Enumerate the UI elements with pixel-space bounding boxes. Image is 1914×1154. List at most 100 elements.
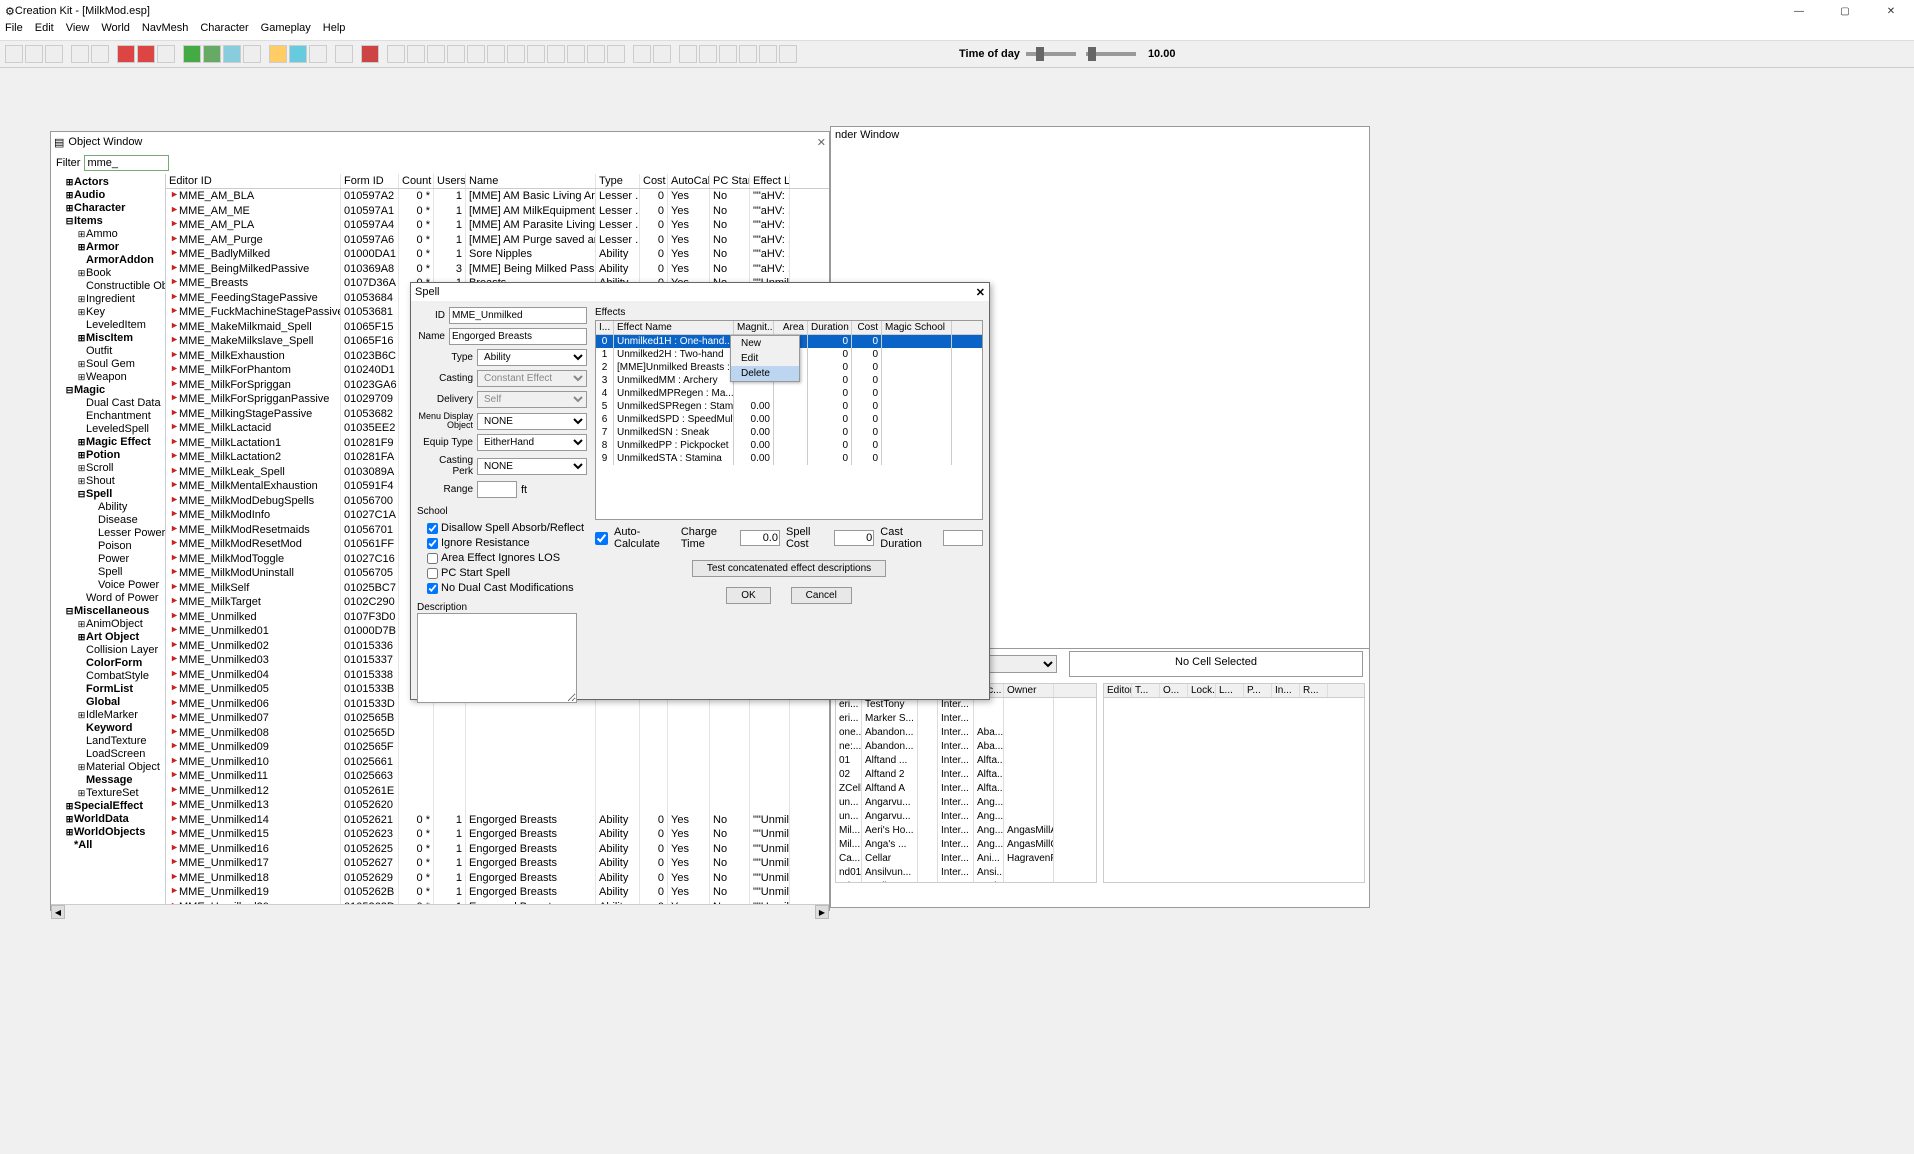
cell-row[interactable]: Mil...Anga's ...Inter...Ang...AngasMillC… bbox=[836, 838, 1096, 852]
list-row[interactable]: MME_Unmilked200105262D0 *1Engorged Breas… bbox=[166, 900, 829, 905]
tool-btn[interactable] bbox=[91, 45, 109, 63]
cell-row[interactable]: un...Angarvu...Inter...Ang... bbox=[836, 796, 1096, 810]
tree-item[interactable]: ⊞SpecialEffect bbox=[53, 800, 163, 813]
cell-col[interactable]: Owner bbox=[1004, 684, 1054, 697]
tree-item[interactable]: LandTexture bbox=[53, 735, 163, 748]
list-row[interactable]: MME_Unmilked080102565D bbox=[166, 726, 829, 741]
tree-item[interactable]: ⊞Armor bbox=[53, 241, 163, 254]
effects-col[interactable]: Effect Name bbox=[614, 321, 734, 334]
effect-row[interactable]: 7UnmilkedSN : Sneak0.0000 bbox=[596, 426, 982, 439]
tool-btn[interactable] bbox=[739, 45, 757, 63]
list-row[interactable]: MME_Unmilked1101025663 bbox=[166, 769, 829, 784]
list-row[interactable]: MME_Unmilked070102565B bbox=[166, 711, 829, 726]
time-slider-fine[interactable] bbox=[1086, 52, 1136, 56]
tree-item[interactable]: ⊞Shout bbox=[53, 475, 163, 488]
tool-btn[interactable] bbox=[653, 45, 671, 63]
cell-row[interactable]: eri...Marker S...Inter... bbox=[836, 712, 1096, 726]
tool-btn[interactable] bbox=[607, 45, 625, 63]
ref-col[interactable]: P... bbox=[1244, 684, 1272, 697]
tool-btn[interactable] bbox=[633, 45, 651, 63]
cast-duration-input[interactable] bbox=[943, 530, 983, 546]
tool-btn[interactable] bbox=[361, 45, 379, 63]
tree-item[interactable]: CombatStyle bbox=[53, 670, 163, 683]
effect-row[interactable]: 5UnmilkedSPRegen : Stam...0.0000 bbox=[596, 400, 982, 413]
tree-item[interactable]: Collision Layer bbox=[53, 644, 163, 657]
chk-disallow-absorb[interactable] bbox=[427, 523, 438, 534]
spell-description[interactable] bbox=[417, 613, 577, 703]
menu-navmesh[interactable]: NavMesh bbox=[142, 22, 188, 40]
effects-col[interactable]: I... bbox=[596, 321, 614, 334]
ref-col[interactable]: R... bbox=[1300, 684, 1328, 697]
list-row[interactable]: MME_Unmilked190105262B0 *1Engorged Breas… bbox=[166, 885, 829, 900]
cell-row[interactable]: 01Alftand ...Inter...Alfta... bbox=[836, 754, 1096, 768]
effect-row[interactable]: 9UnmilkedSTA : Stamina0.0000 bbox=[596, 452, 982, 465]
spell-id-input[interactable] bbox=[449, 307, 587, 324]
charge-time-input[interactable] bbox=[740, 530, 780, 546]
tree-item[interactable]: Spell bbox=[53, 566, 163, 579]
spell-name-input[interactable] bbox=[449, 328, 587, 345]
ctx-new[interactable]: New bbox=[731, 336, 799, 351]
column-header[interactable]: Form ID bbox=[341, 174, 399, 188]
ref-col[interactable]: L... bbox=[1216, 684, 1244, 697]
tree-item[interactable]: LeveledItem bbox=[53, 319, 163, 332]
tool-btn[interactable] bbox=[137, 45, 155, 63]
tree-item[interactable]: Ability bbox=[53, 501, 163, 514]
list-row[interactable]: MME_Unmilked1001025661 bbox=[166, 755, 829, 770]
spell-close-icon[interactable]: ✕ bbox=[976, 286, 985, 299]
menu-view[interactable]: View bbox=[66, 22, 90, 40]
cell-row[interactable]: nd01Ansilvun...Inter...Ansi... bbox=[836, 866, 1096, 880]
column-header[interactable]: Cost bbox=[640, 174, 668, 188]
tree-item[interactable]: ⊞Weapon bbox=[53, 371, 163, 384]
chk-ignore-resist[interactable] bbox=[427, 538, 438, 549]
tool-btn[interactable] bbox=[5, 45, 23, 63]
list-row[interactable]: MME_AM_BLA010597A20 *1[MME] AM Basic Liv… bbox=[166, 189, 829, 204]
tree-item[interactable]: Word of Power bbox=[53, 592, 163, 605]
tool-btn[interactable] bbox=[203, 45, 221, 63]
tool-btn[interactable] bbox=[759, 45, 777, 63]
tree-item[interactable]: Power bbox=[53, 553, 163, 566]
chk-pc-start[interactable] bbox=[427, 568, 438, 579]
menu-help[interactable]: Help bbox=[323, 22, 346, 40]
tree-item[interactable]: ⊞WorldObjects bbox=[53, 826, 163, 839]
ref-col[interactable]: Editor ID bbox=[1104, 684, 1132, 697]
column-header[interactable]: Name bbox=[466, 174, 596, 188]
list-row[interactable]: MME_BeingMilkedPassive010369A80 *3[MME] … bbox=[166, 262, 829, 277]
maximize-button[interactable]: ▢ bbox=[1822, 0, 1868, 22]
tree-item[interactable]: ⊟Miscellaneous bbox=[53, 605, 163, 618]
cell-row[interactable]: nd02Ansilvun...Inter...Ansi... bbox=[836, 880, 1096, 883]
ref-col[interactable]: T... bbox=[1132, 684, 1160, 697]
tree-item[interactable]: ⊞Ammo bbox=[53, 228, 163, 241]
list-row[interactable]: MME_Unmilked15010526230 *1Engorged Breas… bbox=[166, 827, 829, 842]
tree-item[interactable]: ⊞Actors bbox=[53, 176, 163, 189]
tree-item[interactable]: ArmorAddon bbox=[53, 254, 163, 267]
tree-item[interactable]: ⊞Ingredient bbox=[53, 293, 163, 306]
tool-btn[interactable] bbox=[427, 45, 445, 63]
ref-col[interactable]: In... bbox=[1272, 684, 1300, 697]
column-header[interactable]: Count bbox=[399, 174, 434, 188]
tool-btn[interactable] bbox=[407, 45, 425, 63]
tree-item[interactable]: Global bbox=[53, 696, 163, 709]
cancel-button[interactable]: Cancel bbox=[791, 587, 852, 604]
tool-btn[interactable] bbox=[243, 45, 261, 63]
tree-item[interactable]: ⊞Potion bbox=[53, 449, 163, 462]
tree-item[interactable]: ⊞MiscItem bbox=[53, 332, 163, 345]
tree-item[interactable]: LoadScreen bbox=[53, 748, 163, 761]
ctx-edit[interactable]: Edit bbox=[731, 351, 799, 366]
tool-btn[interactable] bbox=[25, 45, 43, 63]
cell-row[interactable]: one...Abandon...Inter...Aba... bbox=[836, 726, 1096, 740]
chk-auto-calc[interactable] bbox=[595, 532, 608, 545]
tool-btn[interactable] bbox=[117, 45, 135, 63]
list-row[interactable]: MME_Unmilked16010526250 *1Engorged Breas… bbox=[166, 842, 829, 857]
tree-item[interactable]: Keyword bbox=[53, 722, 163, 735]
cell-row[interactable]: ne:...Abandon...Inter...Aba... bbox=[836, 740, 1096, 754]
minimize-button[interactable]: — bbox=[1776, 0, 1822, 22]
tool-btn[interactable] bbox=[719, 45, 737, 63]
tool-btn[interactable] bbox=[527, 45, 545, 63]
tree-item[interactable]: Disease bbox=[53, 514, 163, 527]
cell-row[interactable]: Ca...CellarInter...Ani...HagravenFa... bbox=[836, 852, 1096, 866]
menu-edit[interactable]: Edit bbox=[35, 22, 54, 40]
list-row[interactable]: MME_AM_Purge010597A60 *1[MME] AM Purge s… bbox=[166, 233, 829, 248]
column-header[interactable]: Effect List bbox=[750, 174, 790, 188]
tree-item[interactable]: Message bbox=[53, 774, 163, 787]
spell-equip-select[interactable]: EitherHand bbox=[477, 434, 587, 451]
